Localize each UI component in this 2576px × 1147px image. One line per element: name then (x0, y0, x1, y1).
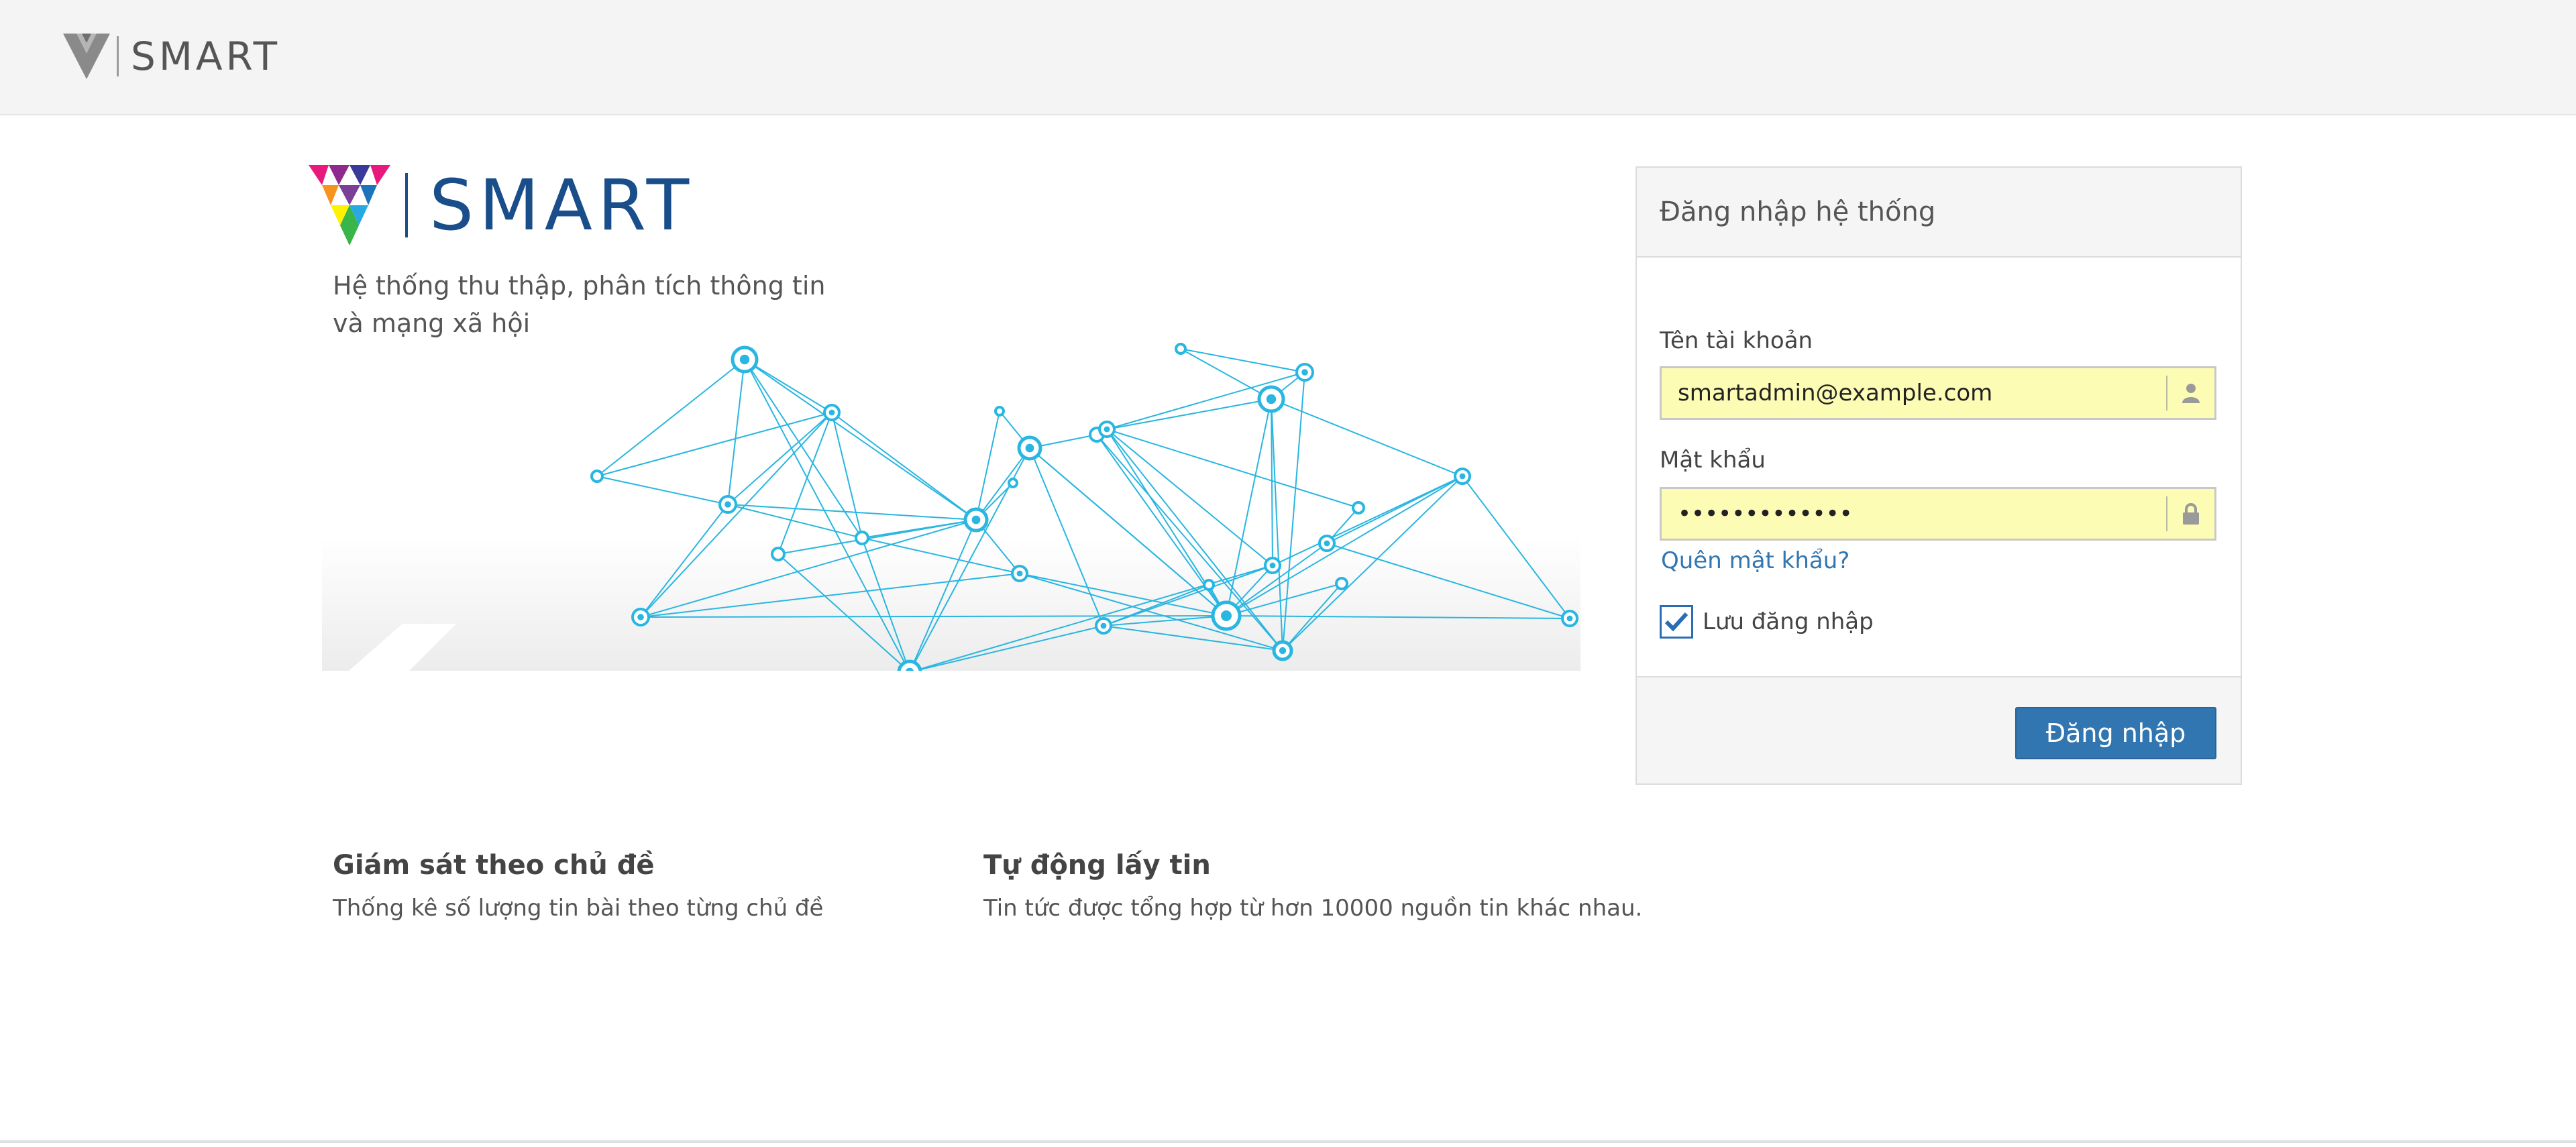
feature-title: Tự động lấy tin (983, 850, 1211, 881)
page-bottom-border (0, 1140, 2576, 1143)
colorful-v-logo-icon (309, 165, 390, 245)
login-title: Đăng nhập hệ thống (1660, 197, 1936, 227)
remember-checkbox[interactable] (1660, 605, 1693, 639)
hero-logo-separator (405, 173, 408, 237)
logo-separator (117, 36, 119, 76)
v-logo-icon (63, 34, 110, 79)
top-logo[interactable]: SMART (63, 34, 280, 79)
feature-title: Giám sát theo chủ đề (333, 850, 655, 881)
forgot-password-link[interactable]: Quên mật khẩu? (1661, 547, 1849, 574)
remember-label: Lưu đăng nhập (1703, 608, 1874, 635)
hero-logo: SMART (309, 165, 694, 245)
top-brand-text: SMART (131, 34, 281, 79)
login-button[interactable]: Đăng nhập (2015, 707, 2216, 759)
password-field (1660, 487, 2216, 541)
password-input[interactable] (1662, 489, 2166, 539)
username-label: Tên tài khoản (1660, 327, 1813, 354)
password-label: Mật khẩu (1660, 447, 1766, 474)
feature-description: Thống kê số lượng tin bài theo từng chủ … (333, 895, 824, 922)
checkmark-icon (1664, 612, 1688, 632)
feature-auto-crawl: Tự động lấy tin Tin tức được tổng hợp từ… (983, 846, 1654, 927)
user-icon (2166, 376, 2214, 411)
top-navbar: SMART (0, 0, 2576, 115)
floor-shadow (322, 537, 1580, 671)
lock-icon (2166, 496, 2214, 531)
username-field (1660, 366, 2216, 420)
hero-brand-text: SMART (429, 164, 695, 246)
network-illustration (322, 343, 1580, 671)
tagline-line-1: Hệ thống thu thập, phân tích thông tin (333, 271, 826, 301)
username-input[interactable] (1662, 368, 2166, 418)
feature-description: Tin tức được tổng hợp từ hơn 10000 nguồn… (983, 895, 1643, 922)
remember-me[interactable]: Lưu đăng nhập (1660, 605, 1874, 639)
login-panel-header: Đăng nhập hệ thống (1637, 168, 2241, 258)
feature-topic-monitoring: Giám sát theo chủ đề Thống kê số lượng t… (333, 846, 936, 927)
